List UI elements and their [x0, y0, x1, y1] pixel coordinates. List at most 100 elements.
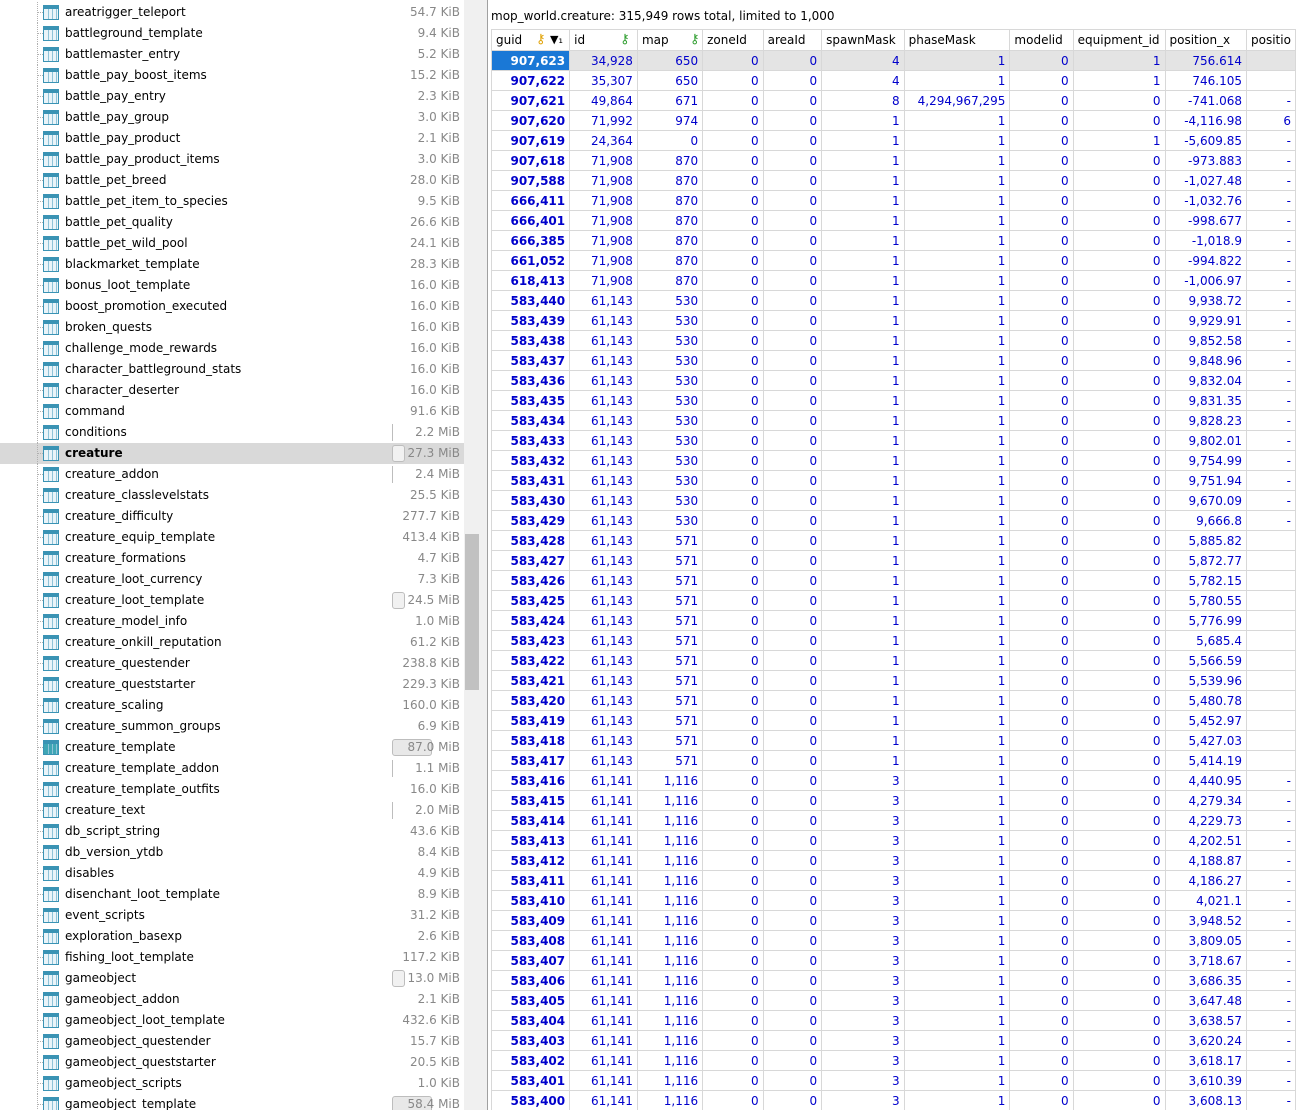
cell-phaseMask[interactable]: 1	[903, 330, 1011, 351]
table-item-gameobject[interactable]: gameobject 13.0 MiB	[0, 968, 464, 989]
cell-id[interactable]: 61,143	[569, 710, 638, 731]
cell-positio[interactable]: -	[1245, 950, 1296, 971]
cell-equipment-id[interactable]: 0	[1072, 230, 1166, 251]
cell-guid[interactable]: 666,401	[490, 210, 571, 231]
cell-map[interactable]: 571	[636, 530, 704, 551]
table-row[interactable]: 907,619 24,364 0 0 0 1 1 0 1 -5,609.85-	[490, 130, 1296, 151]
cell-zoneId[interactable]: 0	[702, 770, 764, 791]
table-item-battle-pet-wild-pool[interactable]: battle_pet_wild_pool 24.1 KiB	[0, 233, 464, 254]
cell-positio[interactable]: -	[1245, 250, 1296, 271]
cell-map[interactable]: 1,116	[636, 870, 704, 891]
cell-modelid[interactable]: 0	[1009, 950, 1074, 971]
cell-modelid[interactable]: 0	[1009, 650, 1074, 671]
cell-positio[interactable]: -	[1245, 490, 1296, 511]
cell-areaId[interactable]: 0	[762, 310, 823, 331]
cell-id[interactable]: 61,141	[569, 1070, 638, 1091]
cell-id[interactable]: 61,143	[569, 650, 638, 671]
table-row[interactable]: 583,421 61,143 571 0 0 1 1 0 0 5,539.96	[490, 670, 1296, 691]
cell-map[interactable]: 571	[636, 670, 704, 691]
cell-modelid[interactable]: 0	[1009, 330, 1074, 351]
cell-position-x[interactable]: -1,027.48	[1164, 170, 1247, 191]
column-header-guid[interactable]: guid ⚷ ▼₁	[490, 29, 571, 51]
cell-spawnMask[interactable]: 4	[821, 70, 905, 91]
cell-guid[interactable]: 583,419	[490, 710, 571, 731]
cell-areaId[interactable]: 0	[762, 170, 823, 191]
table-item-creature-onkill-reputation[interactable]: creature_onkill_reputation 61.2 KiB	[0, 632, 464, 653]
cell-guid[interactable]: 661,052	[490, 250, 571, 271]
table-row[interactable]: 583,422 61,143 571 0 0 1 1 0 0 5,566.59	[490, 650, 1296, 671]
table-item-bonus-loot-template[interactable]: bonus_loot_template 16.0 KiB	[0, 275, 464, 296]
cell-zoneId[interactable]: 0	[702, 970, 764, 991]
cell-map[interactable]: 650	[636, 70, 704, 91]
cell-zoneId[interactable]: 0	[702, 150, 764, 171]
table-item-creature-formations[interactable]: creature_formations 4.7 KiB	[0, 548, 464, 569]
cell-spawnMask[interactable]: 1	[821, 310, 905, 331]
cell-map[interactable]: 870	[636, 150, 704, 171]
cell-zoneId[interactable]: 0	[702, 890, 764, 911]
cell-equipment-id[interactable]: 0	[1072, 1010, 1166, 1031]
cell-guid[interactable]: 583,437	[490, 350, 571, 371]
cell-id[interactable]: 61,143	[569, 470, 638, 491]
table-row[interactable]: 583,431 61,143 530 0 0 1 1 0 0 9,751.94-	[490, 470, 1296, 491]
cell-id[interactable]: 34,928	[569, 50, 638, 71]
cell-map[interactable]: 530	[636, 470, 704, 491]
cell-spawnMask[interactable]: 1	[821, 510, 905, 531]
cell-zoneId[interactable]: 0	[702, 370, 764, 391]
cell-equipment-id[interactable]: 0	[1072, 510, 1166, 531]
cell-modelid[interactable]: 0	[1009, 430, 1074, 451]
table-row[interactable]: 907,618 71,908 870 0 0 1 1 0 0 -973.883-	[490, 150, 1296, 171]
cell-id[interactable]: 61,143	[569, 290, 638, 311]
cell-map[interactable]: 870	[636, 210, 704, 231]
cell-areaId[interactable]: 0	[762, 950, 823, 971]
cell-map[interactable]: 1,116	[636, 930, 704, 951]
cell-guid[interactable]: 907,623	[490, 50, 571, 71]
cell-modelid[interactable]: 0	[1009, 850, 1074, 871]
table-row[interactable]: 907,622 35,307 650 0 0 4 1 0 1 746.105	[490, 70, 1296, 91]
cell-zoneId[interactable]: 0	[702, 530, 764, 551]
table-item-battle-pay-product-items[interactable]: battle_pay_product_items 3.0 KiB	[0, 149, 464, 170]
cell-zoneId[interactable]: 0	[702, 1050, 764, 1071]
cell-phaseMask[interactable]: 1	[903, 690, 1011, 711]
table-row[interactable]: 583,402 61,141 1,116 0 0 3 1 0 0 3,618.17-	[490, 1050, 1296, 1071]
cell-zoneId[interactable]: 0	[702, 850, 764, 871]
cell-spawnMask[interactable]: 3	[821, 990, 905, 1011]
cell-equipment-id[interactable]: 0	[1072, 370, 1166, 391]
table-row[interactable]: 583,418 61,143 571 0 0 1 1 0 0 5,427.03	[490, 730, 1296, 751]
cell-phaseMask[interactable]: 1	[903, 550, 1011, 571]
cell-guid[interactable]: 583,436	[490, 370, 571, 391]
tree-scrollbar[interactable]	[464, 0, 480, 1110]
cell-areaId[interactable]: 0	[762, 610, 823, 631]
cell-positio[interactable]: -	[1245, 330, 1296, 351]
table-item-character-deserter[interactable]: character_deserter 16.0 KiB	[0, 380, 464, 401]
cell-position-x[interactable]: 9,832.04	[1164, 370, 1247, 391]
cell-position-x[interactable]: 4,186.27	[1164, 870, 1247, 891]
table-item-creature-loot-currency[interactable]: creature_loot_currency 7.3 KiB	[0, 569, 464, 590]
cell-zoneId[interactable]: 0	[702, 710, 764, 731]
cell-id[interactable]: 61,141	[569, 910, 638, 931]
cell-map[interactable]: 571	[636, 750, 704, 771]
cell-equipment-id[interactable]: 0	[1072, 790, 1166, 811]
cell-equipment-id[interactable]: 0	[1072, 290, 1166, 311]
cell-spawnMask[interactable]: 3	[821, 950, 905, 971]
cell-zoneId[interactable]: 0	[702, 290, 764, 311]
cell-modelid[interactable]: 0	[1009, 770, 1074, 791]
cell-spawnMask[interactable]: 3	[821, 1030, 905, 1051]
cell-spawnMask[interactable]: 1	[821, 390, 905, 411]
cell-spawnMask[interactable]: 1	[821, 530, 905, 551]
cell-map[interactable]: 571	[636, 690, 704, 711]
table-item-gameobject-queststarter[interactable]: gameobject_queststarter 20.5 KiB	[0, 1052, 464, 1073]
cell-spawnMask[interactable]: 1	[821, 210, 905, 231]
cell-positio[interactable]: -	[1245, 170, 1296, 191]
cell-equipment-id[interactable]: 0	[1072, 710, 1166, 731]
cell-map[interactable]: 974	[636, 110, 704, 131]
cell-areaId[interactable]: 0	[762, 190, 823, 211]
cell-map[interactable]: 530	[636, 370, 704, 391]
cell-map[interactable]: 530	[636, 390, 704, 411]
cell-modelid[interactable]: 0	[1009, 790, 1074, 811]
cell-positio[interactable]: -	[1245, 850, 1296, 871]
table-item-battlemaster-entry[interactable]: battlemaster_entry 5.2 KiB	[0, 44, 464, 65]
cell-id[interactable]: 61,143	[569, 610, 638, 631]
cell-spawnMask[interactable]: 3	[821, 910, 905, 931]
cell-areaId[interactable]: 0	[762, 470, 823, 491]
cell-equipment-id[interactable]: 0	[1072, 1090, 1166, 1110]
